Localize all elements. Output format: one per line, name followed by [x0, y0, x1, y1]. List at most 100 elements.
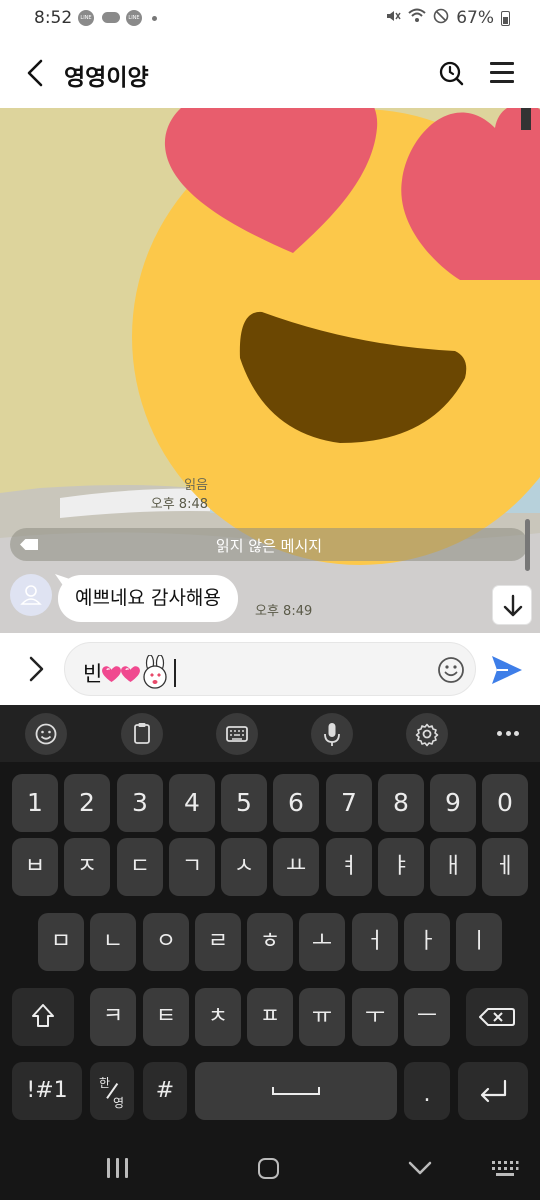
received-message-bubble[interactable]: 예쁘네요 감사해용 [58, 575, 238, 622]
wifi-icon [408, 8, 426, 28]
key-yeo[interactable]: ㅕ [326, 838, 372, 896]
composer: 빈 [0, 633, 540, 705]
message-input-content[interactable]: 빈 [83, 655, 177, 689]
key-7[interactable]: 7 [326, 774, 372, 832]
clipboard-button[interactable] [121, 713, 163, 755]
key-nieun[interactable]: ㄴ [90, 913, 136, 971]
key-a[interactable]: ㅏ [404, 913, 450, 971]
do-not-disturb-icon [433, 8, 449, 28]
key-rieul[interactable]: ㄹ [195, 913, 241, 971]
key-2[interactable]: 2 [64, 774, 110, 832]
key-hieut[interactable]: ㅎ [247, 913, 293, 971]
recent-apps-button[interactable] [107, 1158, 129, 1178]
key-ya[interactable]: ㅑ [378, 838, 424, 896]
sent-message-time: 오후 8:48 [150, 497, 208, 512]
key-eu[interactable]: ㅡ [404, 988, 450, 1046]
message-input[interactable]: 빈 [64, 642, 476, 696]
key-yo[interactable]: ㅛ [273, 838, 319, 896]
period-key[interactable]: . [404, 1062, 450, 1120]
status-bar: 8:52 LINE LINE 67% [0, 0, 540, 38]
keyboard-settings-button[interactable] [406, 713, 448, 755]
key-mieum[interactable]: ㅁ [38, 913, 84, 971]
key-e[interactable]: ㅔ [482, 838, 528, 896]
keyboard-switch-button[interactable] [491, 1160, 519, 1177]
key-ieung[interactable]: ㅇ [143, 913, 189, 971]
keyboard-mode-button[interactable] [216, 713, 258, 755]
key-5[interactable]: 5 [221, 774, 267, 832]
keyboard-emoji-button[interactable] [25, 713, 67, 755]
more-notifications-dot [152, 16, 157, 21]
key-eo[interactable]: ㅓ [352, 913, 398, 971]
keyboard-toolbar [0, 705, 540, 762]
key-1[interactable]: 1 [12, 774, 58, 832]
nav-back-button[interactable] [408, 1160, 432, 1176]
chevron-right-icon [29, 656, 44, 682]
back-button[interactable] [22, 58, 52, 88]
unread-divider-label: 읽지 않은 메시지 [215, 537, 323, 555]
scroll-to-bottom-button[interactable] [492, 585, 532, 625]
battery-icon [501, 10, 510, 26]
send-button[interactable] [490, 654, 524, 686]
backspace-icon [479, 1008, 515, 1026]
microphone-icon [324, 723, 340, 746]
enter-icon [480, 1079, 507, 1103]
chat-history-button[interactable] [438, 60, 464, 86]
keyboard: 1 2 3 4 5 6 7 8 9 0 ㅂ ㅈ ㄷ ㄱ ㅅ ㅛ ㅕ ㅑ ㅐ ㅔ … [0, 705, 540, 1125]
language-switch-label: 한 영 [99, 1076, 125, 1110]
key-ae[interactable]: ㅐ [430, 838, 476, 896]
enter-key[interactable] [458, 1062, 528, 1120]
key-digeut[interactable]: ㄷ [117, 838, 163, 896]
key-jieut[interactable]: ㅈ [64, 838, 110, 896]
received-message-time: 오후 8:49 [255, 604, 313, 619]
clock-search-icon [439, 61, 464, 86]
expand-menu-button[interactable] [24, 655, 48, 683]
smiley-icon [438, 657, 464, 683]
key-bieup[interactable]: ㅂ [12, 838, 58, 896]
key-chieut[interactable]: ㅊ [195, 988, 241, 1046]
key-3[interactable]: 3 [117, 774, 163, 832]
key-kieuk[interactable]: ㅋ [90, 988, 136, 1046]
key-u[interactable]: ㅜ [352, 988, 398, 1046]
status-right: 67% [385, 8, 510, 28]
backspace-key[interactable] [466, 988, 528, 1046]
hash-key[interactable]: # [143, 1062, 187, 1120]
key-6[interactable]: 6 [273, 774, 319, 832]
key-0[interactable]: 0 [482, 774, 528, 832]
smiley-icon [35, 723, 57, 745]
emoji-button[interactable] [437, 656, 465, 684]
line-notification-icon: LINE [78, 10, 94, 26]
avatar[interactable] [10, 574, 52, 616]
menu-button[interactable] [490, 62, 514, 84]
key-yu[interactable]: ㅠ [299, 988, 345, 1046]
navigation-bar [0, 1125, 540, 1200]
key-8[interactable]: 8 [378, 774, 424, 832]
key-i[interactable]: ㅣ [456, 913, 502, 971]
person-icon [20, 585, 42, 605]
battery-percent: 67% [456, 8, 494, 28]
shift-icon [32, 1004, 54, 1027]
key-pieup[interactable]: ㅍ [247, 988, 293, 1046]
key-giyeok[interactable]: ㄱ [169, 838, 215, 896]
key-siot[interactable]: ㅅ [221, 838, 267, 896]
chevron-left-icon [27, 59, 43, 87]
language-switch-key[interactable]: 한 영 [90, 1062, 134, 1120]
text-cursor [174, 659, 177, 687]
home-button[interactable] [258, 1158, 279, 1179]
keyboard-grid-icon [492, 1161, 519, 1176]
unread-divider: 읽지 않은 메시지 [10, 528, 528, 561]
space-key[interactable] [195, 1062, 397, 1120]
scroll-indicator[interactable] [525, 519, 530, 571]
key-9[interactable]: 9 [430, 774, 476, 832]
symbols-key[interactable]: !#1 [12, 1062, 82, 1120]
cloud-notification-icon [102, 12, 120, 23]
chat-header: 영영이양 [0, 38, 540, 108]
shift-key[interactable] [12, 988, 74, 1046]
more-options-button[interactable] [497, 731, 519, 736]
voice-input-button[interactable] [311, 713, 353, 755]
chat-area[interactable]: 읽음 오후 8:48 읽지 않은 메시지 예쁘네요 감사해용 오후 8:49 [0, 108, 540, 633]
key-o[interactable]: ㅗ [299, 913, 345, 971]
key-tieut[interactable]: ㅌ [143, 988, 189, 1046]
send-icon [492, 656, 522, 684]
key-4[interactable]: 4 [169, 774, 215, 832]
status-time: 8:52 [34, 8, 73, 28]
